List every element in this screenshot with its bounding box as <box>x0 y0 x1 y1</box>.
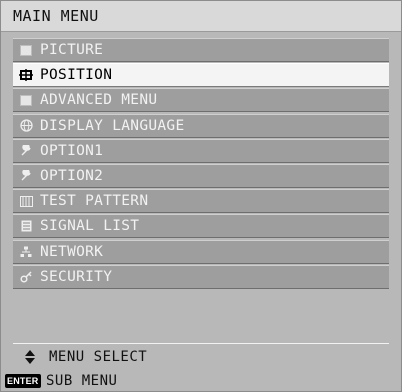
signal-list-icon <box>18 218 34 234</box>
menu-item-label: TEST PATTERN <box>40 193 149 210</box>
advanced-menu-icon <box>18 92 34 108</box>
menu-item-security[interactable]: SECURITY <box>13 264 389 289</box>
menu-item-label: OPTION1 <box>40 142 104 159</box>
picture-icon <box>18 42 34 58</box>
menu-item-option1[interactable]: OPTION1 <box>13 138 389 163</box>
up-down-arrows-icon <box>23 349 37 365</box>
menu-item-display-language[interactable]: DISPLAY LANGUAGE <box>13 113 389 138</box>
title-bar: MAIN MENU <box>1 1 401 32</box>
menu-item-network[interactable]: NETWORK <box>13 239 389 264</box>
menu-select-hint: MENU SELECT <box>49 349 148 365</box>
menu-item-position[interactable]: POSITION <box>13 63 389 88</box>
menu-item-advanced-menu[interactable]: ADVANCED MENU <box>13 88 389 113</box>
test-pattern-icon <box>18 193 34 209</box>
main-menu-panel: MAIN MENU PICTURE POSITION ADVANCED MENU… <box>0 0 402 392</box>
footer-divider <box>13 343 389 344</box>
menu-item-label: SECURITY <box>40 268 113 285</box>
menu-item-label: ADVANCED MENU <box>40 92 158 109</box>
sub-menu-hint: SUB MENU <box>46 373 118 389</box>
wrench-icon <box>18 143 34 159</box>
menu-item-option2[interactable]: OPTION2 <box>13 163 389 188</box>
menu-item-picture[interactable]: PICTURE <box>13 38 389 62</box>
key-icon <box>18 269 34 285</box>
wrench-icon <box>18 168 34 184</box>
menu-item-label: POSITION <box>40 67 113 84</box>
menu-item-label: DISPLAY LANGUAGE <box>40 117 185 134</box>
menu-title: MAIN MENU <box>13 7 99 25</box>
menu-item-label: NETWORK <box>40 243 104 260</box>
network-icon <box>18 244 34 260</box>
globe-icon <box>18 118 34 134</box>
menu-item-test-pattern[interactable]: TEST PATTERN <box>13 189 389 214</box>
menu-item-label: OPTION2 <box>40 167 104 184</box>
menu-item-label: SIGNAL LIST <box>40 218 140 235</box>
menu-item-signal-list[interactable]: SIGNAL LIST <box>13 214 389 239</box>
menu-list: PICTURE POSITION ADVANCED MENU DISPLAY L… <box>13 38 389 290</box>
position-icon <box>18 67 34 83</box>
menu-item-label: PICTURE <box>40 42 104 58</box>
enter-button-icon: ENTER <box>5 374 41 388</box>
